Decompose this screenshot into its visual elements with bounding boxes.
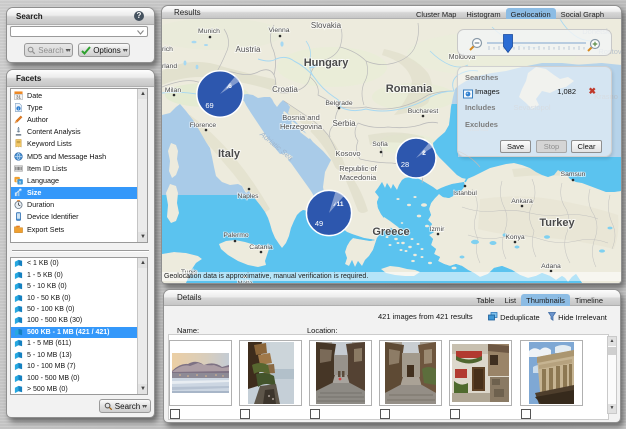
- svg-text:i: i: [18, 106, 19, 111]
- svg-text:Italy: Italy: [218, 148, 241, 160]
- svg-text:2: 2: [422, 150, 426, 157]
- svg-text:Vienna: Vienna: [268, 27, 289, 34]
- svg-text:Bucharest: Bucharest: [408, 108, 439, 115]
- svg-text:Konya: Konya: [505, 234, 524, 241]
- svg-text:Sofia: Sofia: [372, 141, 388, 148]
- svg-text:Hungary: Hungary: [304, 57, 350, 69]
- svg-text:Milan: Milan: [165, 87, 181, 94]
- svg-text:Catania: Catania: [249, 244, 273, 251]
- svg-text:Macedonia: Macedonia: [340, 173, 378, 182]
- svg-text:49: 49: [315, 219, 323, 228]
- svg-text:Serbia: Serbia: [332, 119, 356, 128]
- svg-text:rland: rland: [162, 63, 177, 70]
- svg-text:28: 28: [401, 160, 409, 169]
- svg-text:Greece: Greece: [372, 226, 409, 238]
- svg-text:rich: rich: [162, 46, 173, 53]
- svg-text:Florence: Florence: [190, 122, 217, 129]
- svg-text:Romania: Romania: [386, 83, 433, 95]
- svg-text:Herzegovina: Herzegovina: [280, 122, 323, 131]
- svg-text:Munich: Munich: [198, 28, 220, 35]
- svg-text:Croatia: Croatia: [272, 85, 298, 94]
- svg-text:Malta: Malta: [238, 281, 253, 283]
- svg-text:Turkey: Turkey: [539, 217, 575, 229]
- svg-text:Republic of: Republic of: [339, 164, 377, 173]
- svg-text:Ankara: Ankara: [511, 198, 533, 205]
- svg-text:Adana: Adana: [541, 263, 561, 270]
- svg-text:Samsun: Samsun: [561, 171, 586, 178]
- svg-text:Kosovo: Kosovo: [335, 149, 360, 158]
- svg-text:Naples: Naples: [237, 193, 259, 200]
- svg-text:Slovakia: Slovakia: [311, 21, 342, 30]
- svg-text:31: 31: [16, 94, 22, 99]
- svg-text:69: 69: [205, 101, 213, 110]
- svg-text:Istanbul: Istanbul: [453, 190, 477, 197]
- svg-text:Izmir: Izmir: [430, 226, 445, 233]
- svg-text:Austria: Austria: [236, 45, 261, 54]
- svg-text:11: 11: [337, 201, 344, 208]
- svg-text:Bosnia and: Bosnia and: [282, 113, 320, 122]
- svg-text:6: 6: [228, 83, 232, 90]
- svg-text:Belgrade: Belgrade: [325, 100, 352, 107]
- svg-text:Palermo: Palermo: [223, 232, 249, 239]
